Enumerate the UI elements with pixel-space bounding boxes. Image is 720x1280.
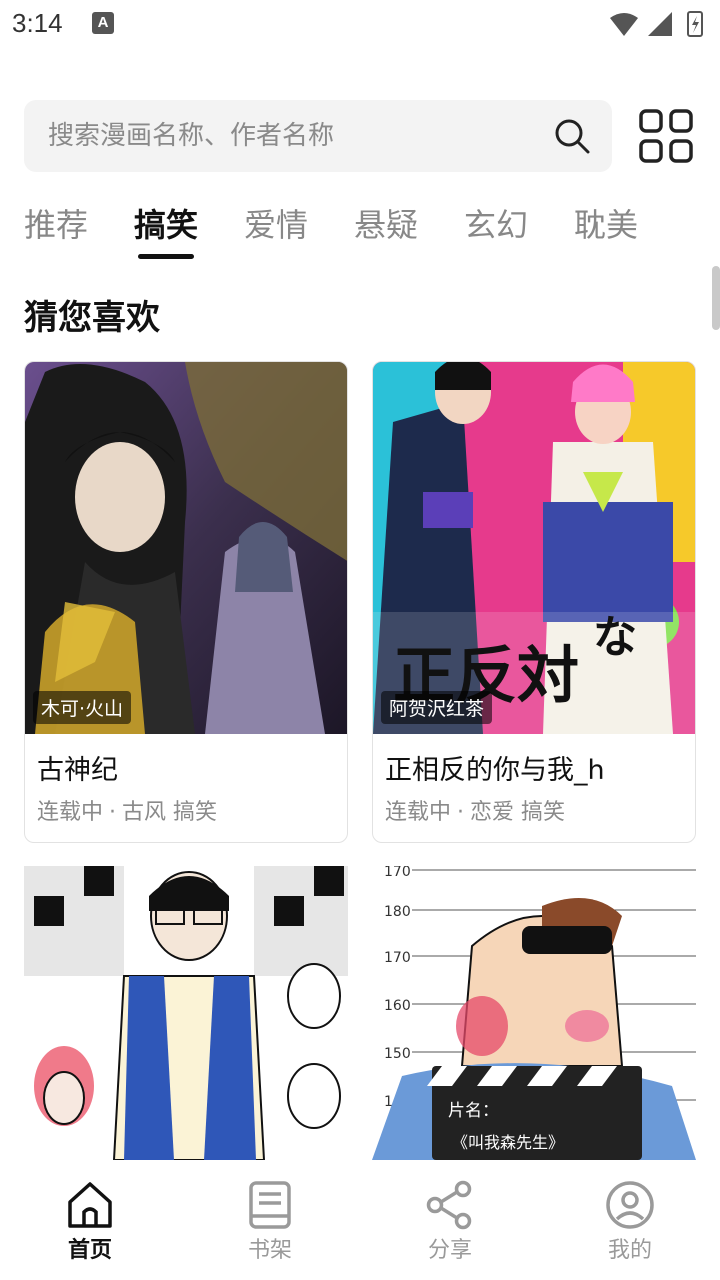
tab-mystery[interactable]: 悬疑 (354, 200, 418, 250)
nav-share[interactable]: 分享 (390, 1180, 510, 1270)
comic-status: 连载中 (385, 800, 452, 825)
section-title: 猜您喜欢 (24, 298, 160, 338)
status-bar: 3:14 A (0, 0, 720, 50)
comic-status: 连载中 (37, 800, 104, 825)
signal-icon (648, 12, 672, 36)
search-icon[interactable] (552, 116, 592, 156)
svg-text:170: 170 (384, 950, 411, 966)
home-icon (68, 1182, 112, 1228)
notification-a-icon: A (92, 12, 114, 34)
wifi-icon (610, 13, 638, 36)
comic-cover[interactable]: 170 180 170 160 150 140 130 片名： 《叫我森先生》 (372, 866, 696, 1160)
search-input[interactable] (48, 100, 548, 172)
svg-text:片名：: 片名： (448, 1101, 499, 1121)
comic-meta: 连载中 · 古风 搞笑 (37, 800, 218, 825)
svg-text:《叫我森先生》: 《叫我森先生》 (452, 1133, 564, 1152)
nav-share-label: 分享 (427, 1238, 472, 1263)
nav-profile[interactable]: 我的 (570, 1180, 690, 1270)
tab-fantasy[interactable]: 玄幻 (464, 200, 528, 250)
status-time: 3:14 (12, 8, 63, 38)
comic-cover[interactable] (24, 866, 348, 1160)
comic-cover[interactable]: 木可·火山 (25, 362, 347, 734)
svg-text:180: 180 (384, 904, 411, 920)
nav-home[interactable]: 首页 (30, 1180, 150, 1270)
svg-text:な: な (593, 612, 637, 663)
comic-cover[interactable]: 正反対 な 阿贺沢红茶 (373, 362, 695, 734)
cover-art: 正反対 な (373, 362, 695, 734)
nav-profile-label: 我的 (607, 1238, 652, 1263)
svg-text:160: 160 (384, 998, 411, 1014)
comic-card[interactable]: 木可·火山 古神纪 连载中 · 古风 搞笑 (24, 361, 348, 843)
svg-text:170: 170 (384, 866, 411, 880)
nav-bookshelf-label: 书架 (247, 1238, 292, 1263)
nav-bookshelf[interactable]: 书架 (210, 1180, 330, 1270)
category-grid-icon[interactable] (638, 108, 694, 164)
svg-text:150: 150 (384, 1046, 411, 1062)
scrollbar[interactable] (712, 266, 720, 330)
tab-active-indicator (138, 254, 194, 259)
tab-recommend[interactable]: 推荐 (24, 200, 88, 250)
book-icon (249, 1181, 291, 1229)
comic-title: 古神纪 (37, 755, 118, 786)
comic-tags: 恋爱 搞笑 (470, 800, 566, 825)
comic-card[interactable]: 正反対 な 阿贺沢红茶 正相反的你与我_h 连载中 · 恋爱 搞笑 (372, 361, 696, 843)
comic-card[interactable]: 170 180 170 160 150 140 130 片名： 《叫我森先生》 (372, 866, 696, 1160)
comic-meta: 连载中 · 恋爱 搞笑 (385, 800, 566, 825)
comic-tags: 古风 搞笑 (122, 800, 218, 825)
nav-home-label: 首页 (67, 1238, 112, 1263)
comic-author: 木可·火山 (33, 691, 132, 724)
comic-title: 正相反的你与我_h (385, 755, 605, 786)
user-icon (606, 1181, 654, 1229)
tab-bl[interactable]: 耽美 (574, 200, 638, 250)
comic-author: 阿贺沢红茶 (381, 691, 493, 724)
comic-card[interactable] (24, 866, 348, 1160)
cover-art (25, 362, 347, 734)
search-bar[interactable] (24, 100, 612, 172)
bottom-navigation: 首页 书架 分享 我的 (0, 1160, 720, 1280)
tab-funny[interactable]: 搞笑 (134, 200, 198, 250)
share-icon (426, 1180, 472, 1230)
status-icons (610, 11, 703, 37)
tab-romance[interactable]: 爱情 (244, 200, 308, 250)
